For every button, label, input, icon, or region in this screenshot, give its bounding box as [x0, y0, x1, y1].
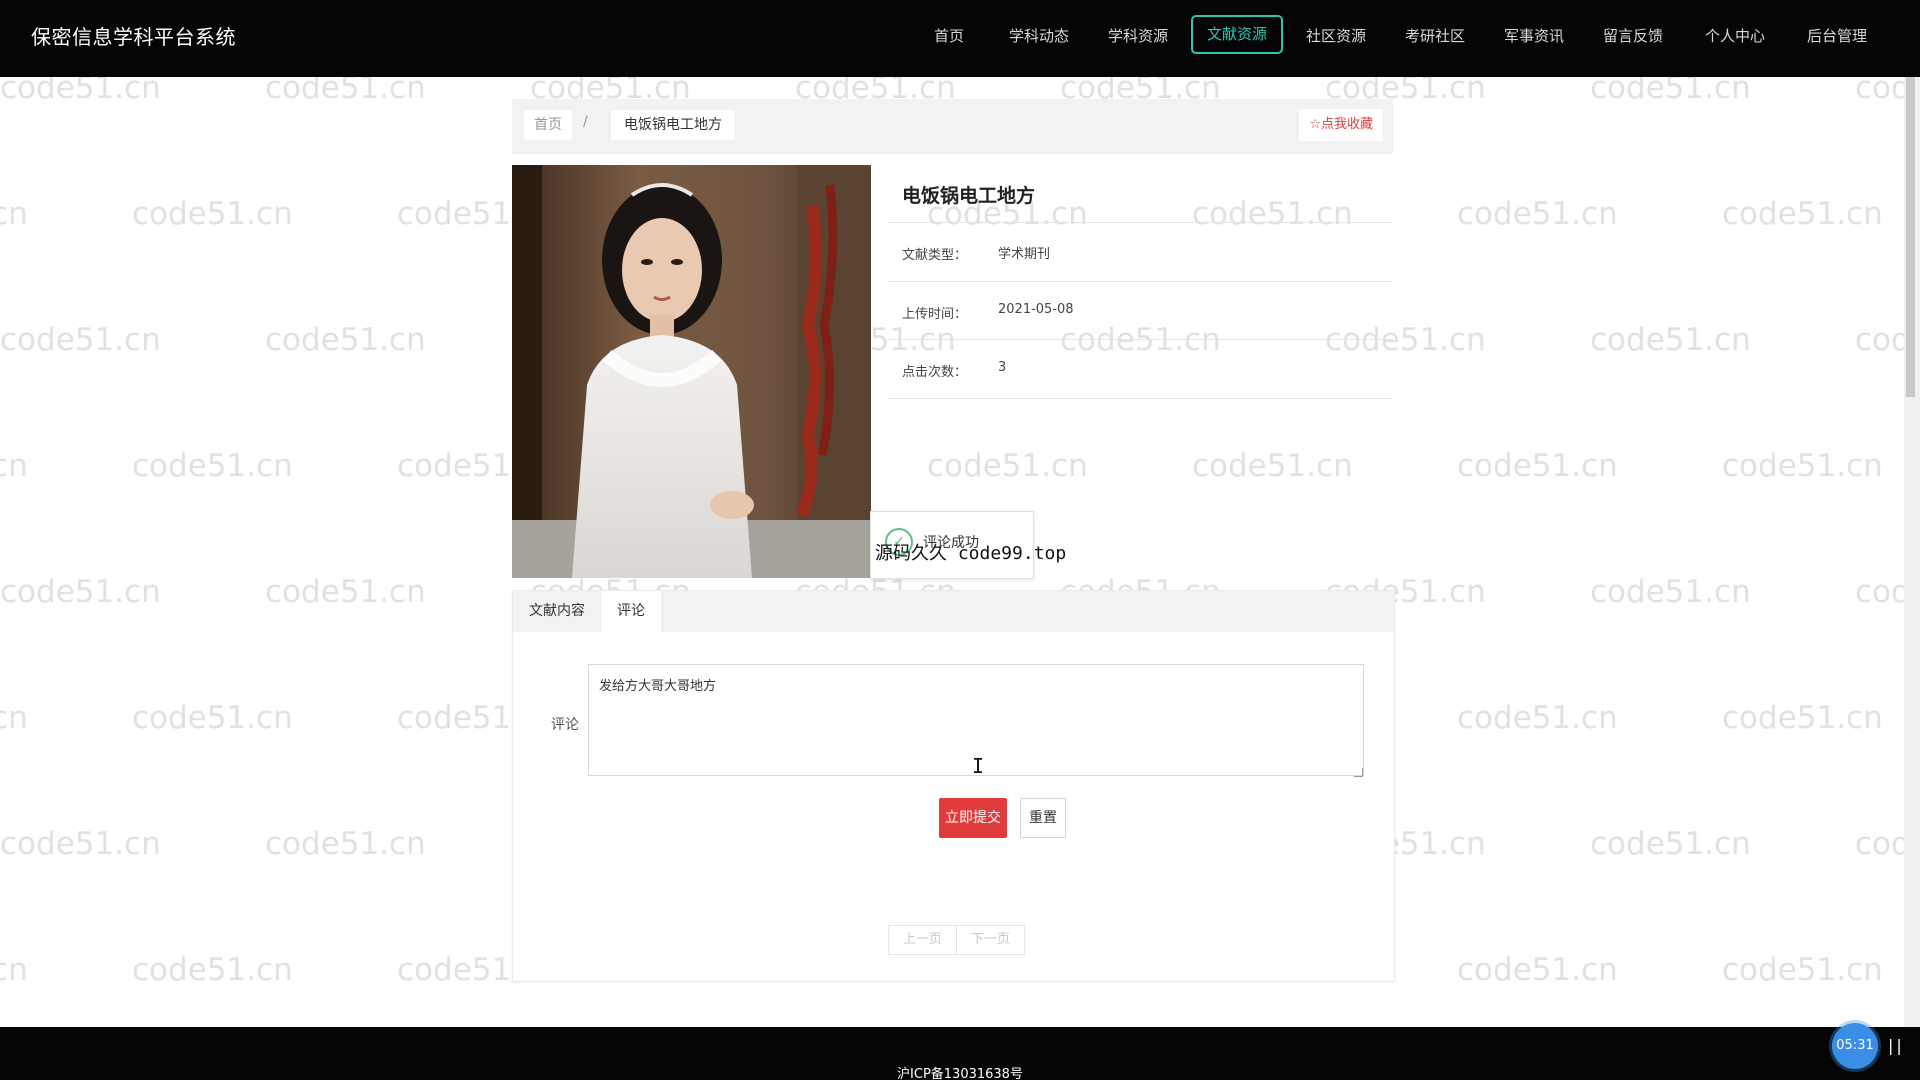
- watermark-text: code51.cn: [265, 574, 426, 610]
- watermark-text: code51.cn: [927, 448, 1088, 484]
- next-page-button[interactable]: 下一页: [956, 926, 1024, 954]
- field-value-upload-time: 2021-05-08: [998, 302, 1074, 317]
- watermark-text: code51.cn: [1590, 826, 1751, 862]
- watermark-overlay-text: 源码久久 code99.top: [875, 543, 1067, 564]
- favorite-button[interactable]: ☆点我收藏: [1299, 109, 1383, 141]
- field-label-type: 文献类型：: [902, 248, 968, 263]
- watermark-text: code51.cn: [1457, 700, 1618, 736]
- pagination: 上一页 下一页: [888, 925, 1026, 955]
- submit-button[interactable]: 立即提交: [939, 798, 1007, 838]
- watermark-text: code51.cn: [0, 952, 28, 988]
- field-label-upload-time: 上传时间：: [902, 307, 968, 322]
- watermark-text: code51.cn: [1722, 196, 1883, 232]
- favorite-label: 点我收藏: [1320, 117, 1373, 132]
- nav-item-feedback[interactable]: 留言反馈: [1603, 25, 1663, 46]
- divider: [888, 222, 1393, 223]
- watermark-text: code51.cn: [0, 196, 28, 232]
- star-icon: ☆: [1309, 117, 1321, 132]
- nav-item-admin[interactable]: 后台管理: [1807, 25, 1867, 46]
- icp-license: 沪ICP备13031638号: [897, 1067, 1023, 1082]
- watermark-text: code51.cn: [1457, 196, 1618, 232]
- recording-timer[interactable]: 05:31: [1832, 1023, 1878, 1069]
- tab-literature-content[interactable]: 文献内容: [513, 591, 601, 632]
- watermark-text: code51.cn: [0, 574, 161, 610]
- watermark-text: code51.cn: [0, 826, 161, 862]
- watermark-text: code51.cn: [0, 322, 161, 358]
- divider: [888, 398, 1393, 399]
- pause-icon[interactable]: ||: [1888, 1036, 1905, 1055]
- divider: [888, 339, 1393, 340]
- nav-item-subject-resources[interactable]: 学科资源: [1108, 25, 1168, 46]
- watermark-text: code51.cn: [1325, 322, 1486, 358]
- field-label-clicks: 点击次数：: [902, 365, 968, 380]
- watermark-text: code51.cn: [265, 322, 426, 358]
- nav-item-military-news[interactable]: 军事资讯: [1504, 25, 1564, 46]
- nav-item-home[interactable]: 首页: [934, 25, 964, 46]
- divider: [888, 281, 1393, 282]
- nav-item-postgrad-community[interactable]: 考研社区: [1405, 25, 1465, 46]
- literature-cover-image: [512, 165, 871, 578]
- watermark-text: code51.cn: [1192, 196, 1353, 232]
- textarea-resize-handle[interactable]: [1354, 768, 1363, 777]
- watermark-text: code51.cn: [1060, 322, 1221, 358]
- watermark-text: code51.cn: [132, 700, 293, 736]
- nav-item-literature[interactable]: 文献资源: [1191, 15, 1284, 54]
- breadcrumb-separator: /: [583, 114, 588, 130]
- nav-item-community-resources[interactable]: 社区资源: [1306, 25, 1366, 46]
- watermark-text: code51.cn: [132, 196, 293, 232]
- nav-item-user-center[interactable]: 个人中心: [1705, 25, 1765, 46]
- watermark-text: code51.cn: [1457, 448, 1618, 484]
- watermark-text: code51.cn: [132, 448, 293, 484]
- breadcrumb-current: 电饭锅电工地方: [611, 110, 735, 140]
- main-nav: 首页 学科动态 学科资源 文献资源 社区资源 考研社区 军事资讯 留言反馈 个人…: [0, 0, 1920, 77]
- tab-comments[interactable]: 评论: [601, 591, 661, 632]
- breadcrumb-home-link[interactable]: 首页: [524, 110, 572, 140]
- watermark-text: code51.cn: [1192, 448, 1353, 484]
- field-value-clicks: 3: [998, 360, 1007, 375]
- reset-button[interactable]: 重置: [1020, 798, 1066, 838]
- nav-item-subject-news[interactable]: 学科动态: [1009, 25, 1069, 46]
- top-navbar: 保密信息学科平台系统 首页 学科动态 学科资源 文献资源 社区资源 考研社区 军…: [0, 0, 1920, 77]
- tab-panel: 文献内容 评论 评论 发给方大哥大哥地方 立即提交 重置 上一页 下一页: [512, 590, 1395, 982]
- breadcrumb: 首页 / 电饭锅电工地方 ☆点我收藏: [512, 99, 1393, 154]
- watermark-text: code51.cn: [0, 700, 28, 736]
- page-scrollbar-thumb[interactable]: [1906, 77, 1915, 397]
- watermark-text: code51.cn: [265, 826, 426, 862]
- watermark-text: code51.cn: [1590, 574, 1751, 610]
- watermark-text: code51.cn: [1722, 448, 1883, 484]
- text-cursor-icon: I: [972, 754, 985, 778]
- cover-photo-drawing: [512, 165, 871, 578]
- watermark-text: code51.cn: [0, 448, 28, 484]
- tab-bar: 文献内容 评论: [513, 591, 1394, 632]
- literature-title: 电饭锅电工地方: [902, 185, 1036, 207]
- watermark-text: code51.cn: [1722, 700, 1883, 736]
- watermark-text: code51.cn: [1457, 952, 1618, 988]
- watermark-text: code51.cn: [1722, 952, 1883, 988]
- field-value-type: 学术期刊: [998, 247, 1051, 262]
- watermark-text: code51.cn: [1590, 322, 1751, 358]
- watermark-text: code51.cn: [132, 952, 293, 988]
- comment-label: 评论: [551, 717, 579, 733]
- prev-page-button[interactable]: 上一页: [889, 926, 956, 954]
- footer: 沪ICP备13031638号: [0, 1027, 1920, 1082]
